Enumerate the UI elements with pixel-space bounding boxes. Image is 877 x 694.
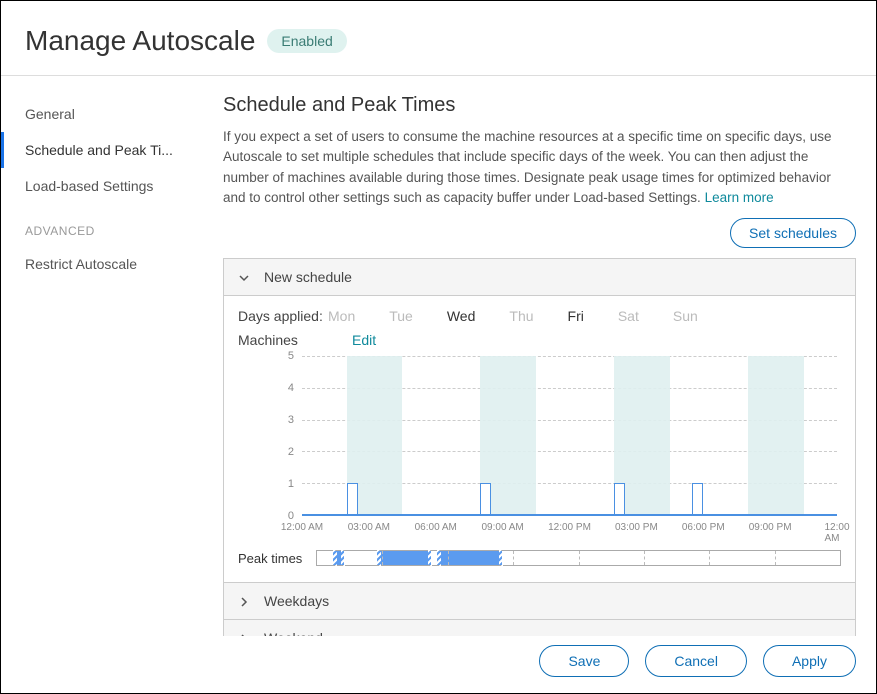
y-tick: 0 <box>288 510 294 522</box>
page-header: Manage Autoscale Enabled <box>1 1 876 76</box>
page-title: Manage Autoscale <box>25 25 255 57</box>
chevron-right-icon <box>238 595 250 607</box>
schedule-body-new: Days applied: Mon Tue Wed Thu Fri Sat Su… <box>224 296 855 582</box>
y-tick: 5 <box>288 350 294 362</box>
schedule-name: Weekdays <box>264 593 329 609</box>
day-tue: Tue <box>389 308 413 324</box>
y-tick: 3 <box>288 414 294 426</box>
peak-segment[interactable] <box>377 551 431 565</box>
peak-times-track[interactable] <box>316 550 841 566</box>
sidebar: General Schedule and Peak Ti... Load-bas… <box>1 76 201 636</box>
x-tick: 06:00 PM <box>682 522 725 533</box>
x-tick: 03:00 AM <box>348 522 390 533</box>
day-wed: Wed <box>447 308 476 324</box>
day-sat: Sat <box>618 308 639 324</box>
schedule-header-weekdays[interactable]: Weekdays <box>224 582 855 619</box>
schedule-name: New schedule <box>264 269 352 285</box>
y-tick: 4 <box>288 382 294 394</box>
chart-bar <box>692 483 703 515</box>
sidebar-item-restrict[interactable]: Restrict Autoscale <box>1 246 201 282</box>
x-tick: 12:00 PM <box>548 522 591 533</box>
peak-times-row: Peak times <box>238 550 841 566</box>
main-content: Schedule and Peak Times If you expect a … <box>201 76 876 636</box>
chart-bar <box>614 483 625 515</box>
sidebar-heading-advanced: ADVANCED <box>1 204 201 246</box>
status-badge: Enabled <box>267 29 346 53</box>
x-tick: 09:00 PM <box>749 522 792 533</box>
save-button[interactable]: Save <box>539 645 629 677</box>
sidebar-item-load[interactable]: Load-based Settings <box>1 168 201 204</box>
x-tick: 12:00 AM <box>281 522 323 533</box>
sidebar-item-general[interactable]: General <box>1 96 201 132</box>
peak-times-label: Peak times <box>238 551 316 566</box>
set-schedules-button[interactable]: Set schedules <box>730 218 856 248</box>
machines-label: Machines <box>238 332 328 348</box>
days-list: Mon Tue Wed Thu Fri Sat Sun <box>328 308 698 324</box>
section-title: Schedule and Peak Times <box>223 94 856 117</box>
cancel-button[interactable]: Cancel <box>645 645 747 677</box>
day-sun: Sun <box>673 308 698 324</box>
x-tick: 12:00 AM <box>824 522 849 544</box>
schedule-header-new[interactable]: New schedule <box>224 259 855 296</box>
peak-segment[interactable] <box>437 551 502 565</box>
x-tick: 03:00 PM <box>615 522 658 533</box>
chevron-down-icon <box>238 271 250 283</box>
chart-bar <box>347 483 358 515</box>
x-tick: 06:00 AM <box>415 522 457 533</box>
apply-button[interactable]: Apply <box>763 645 856 677</box>
day-fri: Fri <box>568 308 584 324</box>
section-description: If you expect a set of users to consume … <box>223 127 856 208</box>
days-applied-label: Days applied: <box>238 308 328 324</box>
y-tick: 2 <box>288 446 294 458</box>
schedules-accordion: New schedule Days applied: Mon Tue Wed T… <box>223 258 856 636</box>
edit-machines-link[interactable]: Edit <box>352 332 376 348</box>
day-mon: Mon <box>328 308 355 324</box>
day-thu: Thu <box>509 308 533 324</box>
learn-more-link[interactable]: Learn more <box>705 190 774 205</box>
x-tick: 09:00 AM <box>481 522 523 533</box>
sidebar-item-schedule[interactable]: Schedule and Peak Ti... <box>1 132 201 168</box>
dialog-footer: Save Cancel Apply <box>1 629 876 693</box>
chart-bar <box>480 483 491 515</box>
y-tick: 1 <box>288 478 294 490</box>
machines-chart: 012345 12:00 AM03:00 AM06:00 AM09:00 AM1… <box>238 356 841 536</box>
